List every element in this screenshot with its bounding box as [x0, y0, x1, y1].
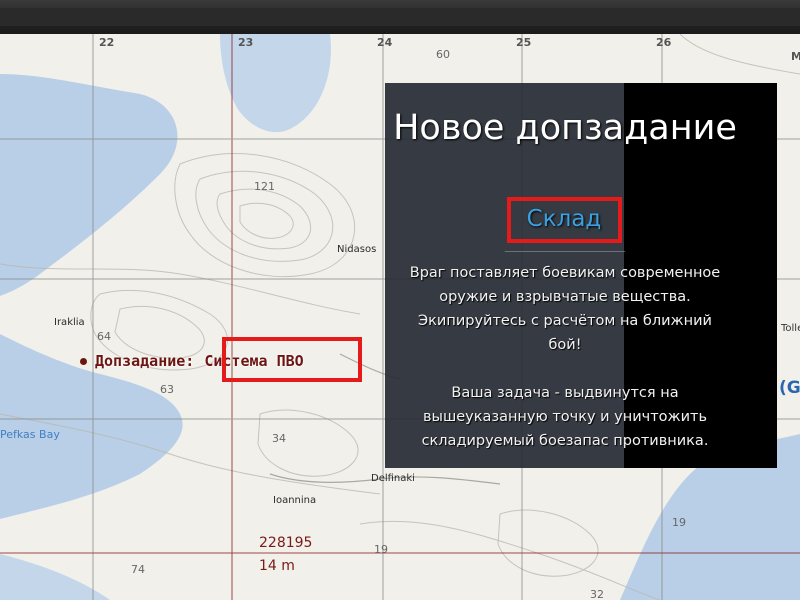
top-bar-strip: [0, 8, 800, 26]
grid-label-corner: M: [791, 50, 800, 63]
water-area-north: [220, 34, 331, 133]
grid-label: 22: [99, 36, 115, 49]
elevation-label: 121: [254, 180, 275, 193]
water-label-pefkas-bay: Pefkas Bay: [0, 428, 60, 441]
water-label-fragment: (G: [779, 378, 800, 398]
highlight-box-marker: [222, 337, 362, 382]
grid-readout: 228195: [259, 535, 313, 551]
elevation-label: 32: [590, 588, 604, 600]
task-description-paragraph: Ваша задача - выдвинутся на вышеуказанну…: [421, 385, 709, 449]
place-label-nidasos: Nidasos: [337, 244, 377, 255]
grid-label: 25: [516, 36, 532, 49]
elevation-label: 63: [160, 383, 174, 396]
place-label-ioannina: Ioannina: [273, 495, 317, 506]
task-description-paragraph: Враг поставляет боевикам современное ору…: [409, 265, 721, 353]
place-label-fragment: Tolle: [781, 323, 800, 334]
highlight-box-subtitle: [507, 197, 622, 243]
elevation-label: 19: [672, 516, 686, 529]
place-label-delfinaki: Delfinaki: [371, 473, 415, 484]
top-bar: [0, 0, 800, 34]
task-notification-panel: Новое допзадание Склад _________________…: [385, 83, 777, 468]
elevation-label: 74: [131, 563, 145, 576]
elevation-label: 19: [374, 543, 388, 556]
elevation-label: 34: [272, 432, 286, 445]
elevation-label: 60: [436, 48, 450, 61]
water-area-northwest: [0, 74, 178, 296]
distance-readout: 14 m: [259, 558, 295, 574]
place-label-iraklia: Iraklia: [54, 317, 85, 328]
grid-label: 26: [656, 36, 672, 49]
grid-label: 24: [377, 36, 393, 49]
task-description: Враг поставляет боевикам современное ору…: [400, 261, 730, 453]
marker-prefix: Допзадание:: [95, 352, 195, 370]
elevation-label: 64: [97, 330, 111, 343]
task-title: Новое допзадание: [393, 108, 737, 148]
marker-dot-icon: [80, 357, 87, 365]
grid-label: 23: [238, 36, 254, 49]
